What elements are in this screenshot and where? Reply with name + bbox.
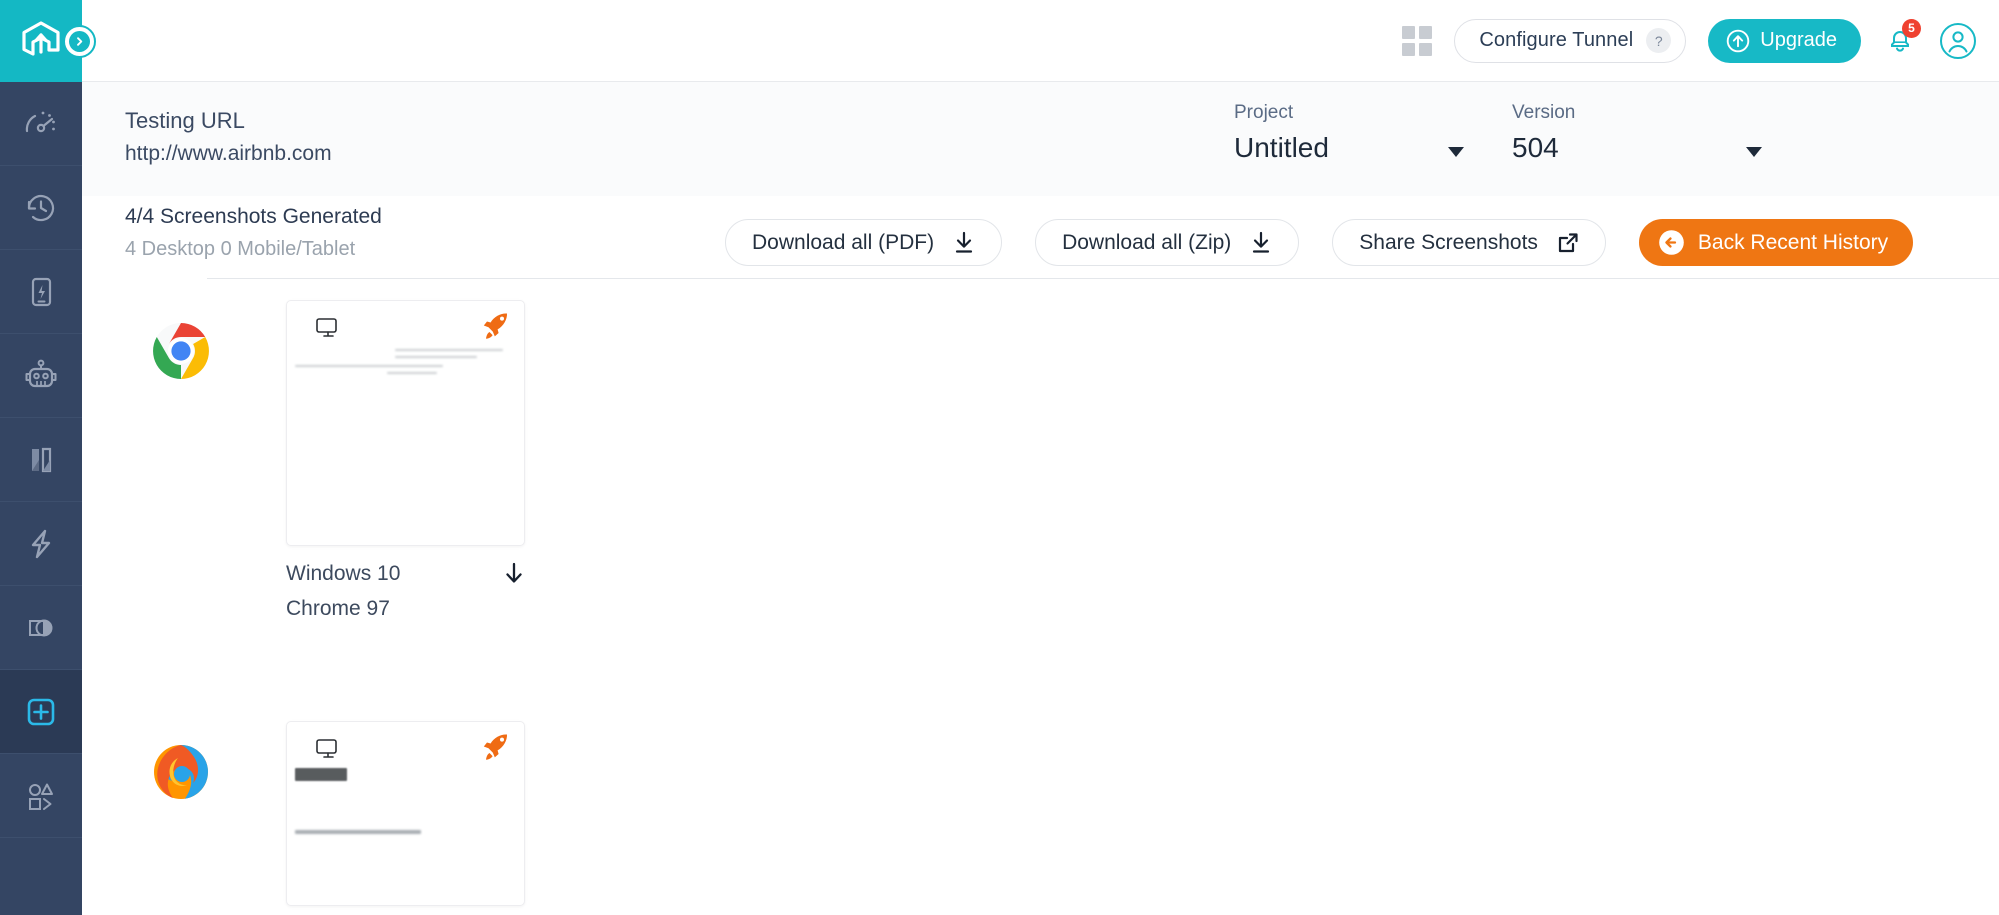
lambdatest-house-arrow-logo (18, 18, 64, 64)
rocket-icon[interactable] (481, 732, 510, 761)
user-avatar-icon (1939, 22, 1977, 60)
screenshots-status: 4/4 Screenshots Generated 4 Desktop 0 Mo… (125, 205, 382, 261)
header-divider (207, 278, 1999, 279)
realtime-device-icon (21, 272, 61, 312)
status-device-breakdown: 4 Desktop 0 Mobile/Tablet (125, 238, 382, 261)
sidebar-expand-button[interactable] (63, 25, 96, 58)
configure-tunnel-label: Configure Tunnel (1479, 29, 1633, 52)
chevron-down-icon[interactable] (1448, 147, 1464, 157)
screenshot-meta: Windows 10 Chrome 97 (286, 562, 525, 621)
rocket-icon[interactable] (481, 311, 510, 340)
chevron-right-icon (69, 31, 90, 52)
screenshot-browser-label: Chrome 97 (286, 597, 525, 621)
sidebar-item-dashboard[interactable] (0, 82, 82, 166)
upgrade-button[interactable]: Upgrade (1708, 19, 1861, 63)
responsive-split-icon (21, 440, 61, 480)
sidebar-item-new-test[interactable] (0, 670, 82, 754)
screenshot-card[interactable] (286, 300, 525, 546)
dashboard-gauge-icon (21, 104, 61, 144)
testing-url-block: Testing URL http://www.airbnb.com (125, 108, 332, 166)
sidebar-item-realtime[interactable] (0, 250, 82, 334)
automation-robot-icon (20, 355, 62, 397)
actions-toolbar: Download all (PDF) Download all (Zip) Sh… (725, 219, 1913, 266)
shapes-integration-icon (21, 776, 61, 816)
desktop-monitor-icon (316, 739, 340, 761)
apps-grid-icon[interactable] (1402, 26, 1432, 56)
firefox-logo-icon (152, 743, 210, 801)
chrome-logo-icon (152, 322, 210, 380)
visual-contrast-icon (21, 608, 61, 648)
sidebar-item-visual-diff[interactable] (0, 586, 82, 670)
notification-count-badge: 5 (1902, 19, 1921, 38)
sidebar-item-performance[interactable] (0, 502, 82, 586)
configure-tunnel-button[interactable]: Configure Tunnel ? (1454, 19, 1686, 63)
sidebar-item-history[interactable] (0, 166, 82, 250)
screenshots-grid: Windows 10 Chrome 97 (125, 300, 1975, 915)
download-all-zip-button[interactable]: Download all (Zip) (1035, 219, 1299, 266)
user-avatar-button[interactable] (1939, 22, 1977, 60)
download-all-pdf-label: Download all (PDF) (752, 231, 934, 255)
sidebar-item-screenshot[interactable] (0, 418, 82, 502)
screenshot-card[interactable] (286, 721, 525, 906)
testing-url-label: Testing URL (125, 108, 332, 134)
project-value: Untitled (1234, 132, 1329, 164)
download-arrow-icon[interactable] (503, 562, 525, 586)
history-clock-icon (21, 188, 61, 228)
share-screenshots-label: Share Screenshots (1359, 231, 1538, 255)
notifications-button[interactable]: 5 (1883, 23, 1917, 59)
version-value: 504 (1512, 132, 1559, 164)
back-recent-history-button[interactable]: Back Recent History (1639, 219, 1913, 266)
version-label: Version (1512, 102, 1762, 124)
download-icon (1250, 231, 1272, 255)
back-recent-history-label: Back Recent History (1698, 231, 1888, 255)
lightning-bolt-icon (21, 524, 61, 564)
screenshot-card-wrap (286, 721, 525, 906)
desktop-monitor-icon (316, 318, 340, 340)
help-question-icon[interactable]: ? (1646, 28, 1671, 53)
external-link-icon (1557, 232, 1579, 254)
screenshot-result-row (125, 721, 1975, 906)
project-label: Project (1234, 102, 1464, 124)
app-root: Configure Tunnel ? Upgrade 5 (0, 0, 1999, 915)
sidebar-item-integrations[interactable] (0, 754, 82, 838)
screenshot-result-row: Windows 10 Chrome 97 (125, 300, 1975, 621)
project-selector[interactable]: Project Untitled (1234, 102, 1464, 164)
version-selector[interactable]: Version 504 (1512, 102, 1762, 164)
download-icon (953, 231, 975, 255)
plus-square-icon (21, 692, 61, 732)
download-all-zip-label: Download all (Zip) (1062, 231, 1231, 255)
left-sidebar (0, 0, 82, 915)
top-header: Configure Tunnel ? Upgrade 5 (82, 0, 1999, 82)
upgrade-label: Upgrade (1760, 29, 1837, 52)
download-all-pdf-button[interactable]: Download all (PDF) (725, 219, 1002, 266)
page-header: Testing URL http://www.airbnb.com Projec… (82, 82, 1999, 196)
arrow-left-circle-icon (1658, 229, 1685, 256)
sidebar-item-automation[interactable] (0, 334, 82, 418)
testing-url-value: http://www.airbnb.com (125, 142, 332, 166)
screenshot-os-label: Windows 10 (286, 562, 400, 586)
status-generated-count: 4/4 Screenshots Generated (125, 205, 382, 229)
screenshot-card-wrap: Windows 10 Chrome 97 (286, 300, 525, 621)
arrow-up-circle-icon (1726, 29, 1750, 53)
share-screenshots-button[interactable]: Share Screenshots (1332, 219, 1606, 266)
chevron-down-icon[interactable] (1746, 147, 1762, 157)
